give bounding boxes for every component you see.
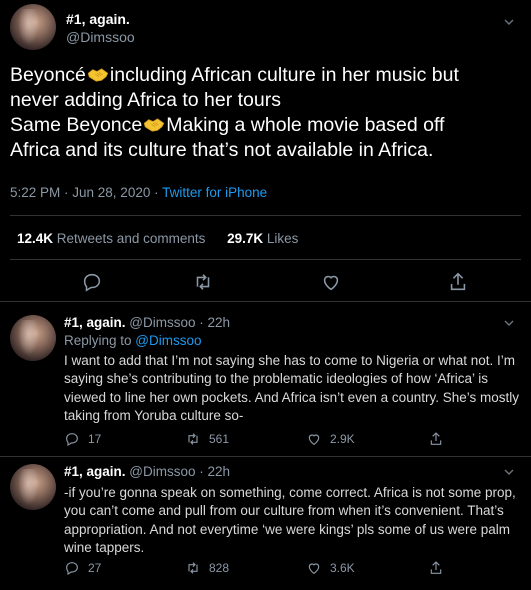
likes-stat[interactable]: 29.7K Likes (227, 231, 298, 246)
divider (0, 456, 531, 457)
reply-handle-time: @Dimssoo · 22h (125, 464, 231, 479)
share-icon (428, 431, 444, 447)
reply-tweet[interactable]: #1, again. @Dimssoo · 22h -if you’re gon… (0, 464, 531, 584)
tweet-stats: 12.4K Retweets and comments 29.7K Likes (17, 231, 298, 246)
reply-count: 27 (88, 561, 102, 575)
reply-icon (64, 560, 80, 576)
tweet-source-link[interactable]: Twitter for iPhone (162, 185, 267, 200)
more-icon[interactable] (499, 464, 519, 480)
tweet-text-line: Same Beyonce Making a whole movie based o… (10, 113, 525, 138)
mention-link[interactable]: @Dimssoo (135, 333, 201, 348)
reply-avatar[interactable] (10, 464, 56, 510)
tweet-timestamp[interactable]: 5:22 PM · Jun 28, 2020 · (10, 185, 162, 200)
replying-prefix: Replying to (64, 333, 136, 348)
author-name[interactable]: #1, again. (66, 11, 130, 27)
main-tweet: #1, again. @Dimssoo Beyoncé including Afr… (0, 0, 531, 302)
like-action[interactable]: 3.6K (306, 559, 355, 577)
tweet-meta: 5:22 PM · Jun 28, 2020 · Twitter for iPh… (10, 185, 267, 200)
reply-tweet[interactable]: #1, again. @Dimssoo · 22h Replying to @D… (0, 315, 531, 458)
retweet-icon (185, 431, 201, 447)
share-action[interactable] (428, 559, 444, 577)
handshake-emoji-icon (87, 67, 109, 83)
retweet-icon[interactable] (192, 271, 214, 293)
handshake-emoji-icon (143, 117, 165, 133)
reply-handle-time: @Dimssoo · 22h (125, 315, 231, 330)
reply-author-name[interactable]: #1, again. (64, 464, 126, 479)
tweet-text-segment: Making a whole movie based off (166, 114, 445, 136)
likes-count: 29.7K (227, 231, 264, 246)
reply-avatar[interactable] (10, 315, 56, 361)
more-icon[interactable] (499, 14, 519, 30)
reply-icon (64, 431, 80, 447)
tweet-text-segment: including African culture in her music b… (109, 64, 459, 86)
retweets-stat[interactable]: 12.4K Retweets and comments (17, 231, 205, 246)
retweets-count: 12.4K (17, 231, 54, 246)
retweet-action[interactable]: 828 (185, 559, 229, 577)
reply-author-name[interactable]: #1, again. (64, 315, 126, 330)
share-icon (428, 560, 444, 576)
like-icon (306, 431, 322, 447)
retweet-icon (185, 560, 201, 576)
share-action[interactable] (428, 430, 444, 448)
retweet-action[interactable]: 561 (185, 430, 229, 448)
reply-icon[interactable] (81, 271, 103, 293)
tweet-actions (0, 271, 531, 295)
reply-count: 17 (88, 432, 102, 446)
reply-action[interactable]: 17 (64, 430, 101, 448)
likes-label: Likes (263, 231, 299, 246)
tweet-text-line: never adding Africa to her tours (10, 89, 281, 111)
like-count: 3.6K (330, 561, 355, 575)
retweet-count: 561 (209, 432, 230, 446)
like-count: 2.9K (330, 432, 355, 446)
reply-text: I want to add that I’m not saying she ha… (64, 353, 519, 423)
replying-to: Replying to @Dimssoo (64, 333, 202, 348)
share-icon[interactable] (447, 271, 469, 293)
author-avatar[interactable] (10, 4, 56, 50)
author-handle[interactable]: @Dimssoo (66, 29, 135, 45)
retweets-label: Retweets and comments (53, 231, 206, 246)
tweet-text-line: Africa and its culture that’s not availa… (10, 139, 434, 161)
tweet-text-segment: Beyoncé (10, 64, 86, 86)
divider (10, 259, 521, 260)
tweet-text: Beyoncé including African culture in her … (10, 63, 525, 163)
reply-action[interactable]: 27 (64, 559, 101, 577)
reply-text: -if you’re gonna speak on something, com… (64, 485, 516, 555)
like-icon (306, 560, 322, 576)
tweet-text-line: Beyoncé including African culture in her … (10, 63, 525, 88)
reply-header: #1, again. @Dimssoo · 22h (64, 464, 230, 479)
like-action[interactable]: 2.9K (306, 430, 355, 448)
retweet-count: 828 (209, 561, 230, 575)
reply-header: #1, again. @Dimssoo · 22h (64, 315, 230, 330)
tweet-text-segment: Same Beyonce (10, 114, 143, 136)
like-icon[interactable] (320, 271, 342, 293)
more-icon[interactable] (499, 315, 519, 331)
divider (10, 215, 521, 216)
